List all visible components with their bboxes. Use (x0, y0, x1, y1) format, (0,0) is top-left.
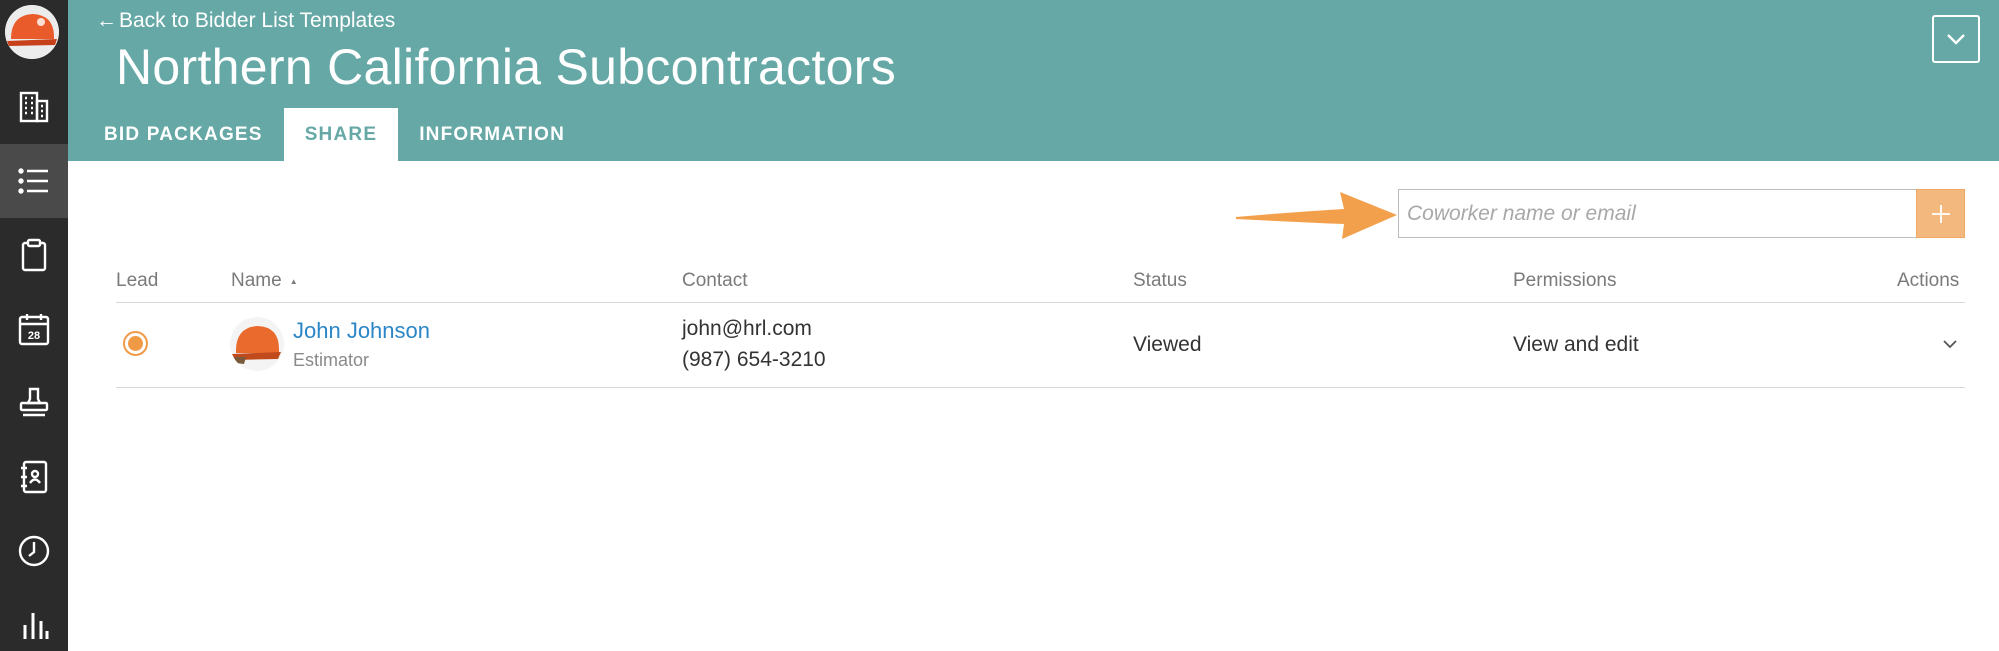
stamp-icon (19, 387, 49, 417)
avatar (230, 317, 284, 371)
back-link[interactable]: ← Back to Bidder List Templates (96, 9, 395, 33)
chevron-down-icon (1947, 34, 1965, 45)
tab-information[interactable]: INFORMATION (398, 108, 586, 161)
contact-role: Estimator (293, 350, 370, 370)
sidebar-item-calendar[interactable]: 28 (0, 292, 68, 366)
contact-phone: (987) 654-3210 (682, 348, 826, 371)
sidebar-item-tasks[interactable] (0, 218, 68, 292)
row-actions-dropdown[interactable] (1940, 336, 1960, 352)
contact-name-link[interactable]: John Johnson (293, 318, 430, 344)
bar-chart-icon (23, 613, 49, 639)
callout-arrow (1236, 192, 1397, 239)
app-logo[interactable] (5, 5, 59, 59)
coworker-search-input[interactable] (1398, 189, 1916, 238)
sidebar-item-reports[interactable] (0, 588, 68, 651)
back-arrow-icon: ← (96, 9, 117, 32)
column-header-status: Status (1133, 270, 1187, 291)
sidebar: 28 (0, 0, 68, 651)
tab-bar: BID PACKAGES SHARE INFORMATION (83, 108, 586, 161)
lead-radio[interactable] (123, 331, 148, 356)
status-text: Viewed (1133, 333, 1202, 356)
sort-ascending-icon: ▲ (289, 276, 298, 286)
column-header-permissions: Permissions (1513, 270, 1617, 291)
plus-icon (1931, 204, 1950, 223)
sidebar-item-projects[interactable] (0, 70, 68, 144)
row-divider (116, 387, 1965, 388)
sidebar-item-bidder-lists[interactable] (0, 144, 68, 218)
header-divider (116, 302, 1965, 303)
permissions-text: View and edit (1513, 333, 1639, 356)
building-icon (19, 91, 49, 123)
column-header-lead: Lead (116, 270, 159, 291)
column-header-actions: Actions (1897, 270, 1960, 291)
add-coworker-button[interactable] (1916, 189, 1965, 238)
sidebar-item-history[interactable] (0, 514, 68, 588)
calendar-icon: 28 (18, 314, 50, 346)
hard-hat-avatar-icon (230, 317, 284, 371)
page-header: ← Back to Bidder List Templates Northern… (68, 0, 1999, 161)
column-header-name-label: Name (231, 270, 282, 291)
tab-share[interactable]: SHARE (283, 108, 399, 161)
back-link-label: Back to Bidder List Templates (119, 9, 396, 32)
clock-icon (18, 535, 50, 567)
list-icon (18, 168, 48, 194)
hard-hat-logo-icon (5, 5, 59, 59)
chevron-down-icon (1943, 340, 1957, 349)
address-book-icon (21, 460, 48, 494)
contact-email: john@hrl.com (682, 317, 812, 340)
header-menu-button[interactable] (1932, 15, 1980, 63)
sidebar-item-directory[interactable] (0, 440, 68, 514)
sidebar-item-approvals[interactable] (0, 366, 68, 440)
column-header-contact: Contact (682, 270, 748, 291)
page-title: Northern California Subcontractors (116, 39, 896, 95)
tab-bid-packages[interactable]: BID PACKAGES (83, 108, 284, 161)
clipboard-icon (21, 238, 47, 272)
lead-radio-selected-dot (128, 336, 143, 351)
column-header-name[interactable]: Name ▲ (231, 270, 298, 292)
svg-text:28: 28 (28, 330, 40, 342)
